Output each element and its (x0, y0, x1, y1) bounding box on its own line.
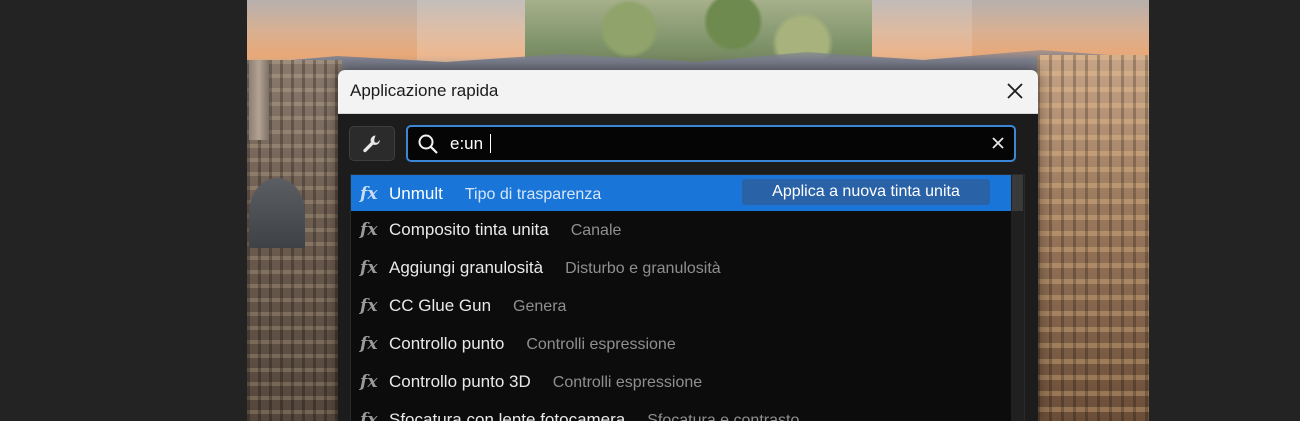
dialog-title: Applicazione rapida (350, 81, 499, 100)
result-row[interactable]: fx CC Glue Gun Genera (351, 287, 1011, 325)
effect-category: Disturbo e granulosità (565, 260, 721, 277)
fx-icon: fx (360, 220, 378, 240)
search-field[interactable] (406, 125, 1016, 162)
result-row[interactable]: fx Sfocatura con lente fotocamera Sfocatu… (351, 401, 1011, 421)
tower (249, 60, 269, 140)
city-buildings-left (247, 60, 342, 421)
result-row[interactable]: fx Unmult Tipo di trasparenza Applica a n… (351, 175, 1011, 211)
effect-category: Sfocatura e contrasto (647, 412, 800, 421)
clear-icon[interactable] (990, 135, 1006, 151)
search-input[interactable] (450, 131, 970, 156)
tools-button[interactable] (349, 126, 395, 161)
wrench-icon (363, 135, 380, 152)
effect-category: Genera (513, 298, 567, 315)
close-icon (1007, 83, 1023, 99)
effect-name: Controllo punto 3D (389, 372, 531, 391)
quick-apply-dialog: Applicazione rapida e:un fx Unmult Tipo … (338, 70, 1038, 421)
effect-category: Tipo di trasparenza (464, 186, 602, 203)
city-buildings-right (1037, 55, 1149, 421)
effect-name: CC Glue Gun (389, 296, 492, 315)
result-row[interactable]: fx Aggiungi granulosità Disturbo e granul… (351, 249, 1011, 287)
fx-icon: fx (360, 410, 378, 421)
close-button[interactable] (1002, 78, 1028, 104)
effect-category: Controlli espressione (526, 336, 676, 353)
effect-name: Aggiungi granulosità (389, 258, 544, 277)
effect-name: Composito tinta unita (389, 220, 549, 239)
fx-icon: fx (360, 334, 378, 354)
fx-icon: fx (360, 372, 378, 392)
results-scrollbar[interactable] (1011, 175, 1024, 421)
fx-icon: fx (360, 296, 378, 316)
effect-category: Canale (570, 222, 622, 239)
fx-icon: fx (360, 184, 378, 204)
text-cursor (490, 134, 491, 153)
fx-icon: fx (360, 258, 378, 278)
effect-name: Controllo punto (389, 334, 505, 353)
effect-name: Unmult (389, 184, 443, 203)
search-icon (418, 134, 438, 154)
effect-category: Controlli espressione (552, 374, 703, 391)
search-toolbar (338, 114, 1038, 174)
result-row[interactable]: fx Controllo punto 3D Controlli espressio… (351, 363, 1011, 401)
screen: Applicazione rapida e:un fx Unmult Tipo … (0, 0, 1300, 421)
result-row[interactable]: fx Composito tinta unita Canale (351, 211, 1011, 249)
results-list: fx Unmult Tipo di trasparenza Applica a n… (350, 174, 1025, 421)
scrollbar-thumb[interactable] (1012, 175, 1023, 211)
result-row[interactable]: fx Controllo punto Controlli espressione (351, 325, 1011, 363)
dome (249, 178, 305, 248)
apply-to-new-solid-button[interactable]: Applica a nuova tinta unita (742, 179, 990, 205)
effect-name: Sfocatura con lente fotocamera (389, 410, 626, 421)
dialog-titlebar: Applicazione rapida (338, 70, 1038, 114)
